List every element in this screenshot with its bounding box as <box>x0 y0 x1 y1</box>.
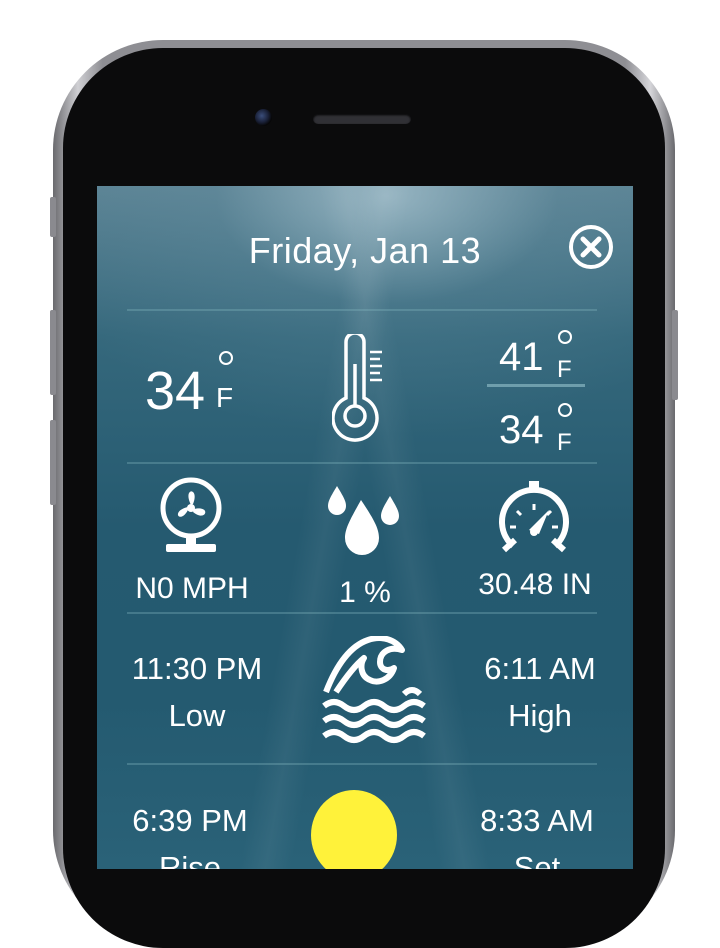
divider-2 <box>127 462 597 464</box>
earpiece-speaker <box>313 114 411 124</box>
thermometer-icon <box>331 331 398 449</box>
divider-3 <box>127 612 597 614</box>
low-degree-symbol <box>558 403 572 417</box>
power-button <box>672 310 678 400</box>
waves-icon <box>320 635 430 749</box>
close-circle-icon <box>569 225 613 269</box>
tide-high-time: 6:11 AM <box>484 651 596 686</box>
high-temp-value: 41 <box>499 335 544 379</box>
low-temp-unit: F <box>557 429 572 456</box>
date-title: Friday, Jan 13 <box>248 230 482 271</box>
mute-switch <box>50 197 56 237</box>
sunset-label: Set <box>513 850 561 869</box>
precipitation-value: 1 % <box>339 576 391 609</box>
current-temp-unit: F <box>216 382 234 413</box>
wind-speed-value: N0 MPH <box>135 572 249 605</box>
close-button[interactable] <box>568 224 614 270</box>
tide-low-label: Low <box>168 698 226 733</box>
high-degree-symbol <box>558 330 572 344</box>
sunrise-time: 6:39 PM <box>132 803 248 838</box>
pressure-value: 30.48 IN <box>478 568 592 601</box>
sun-icon <box>311 790 397 869</box>
tide-high-label: High <box>508 698 572 733</box>
sunset-time: 8:33 AM <box>480 803 594 838</box>
current-temp-value: 34 <box>145 361 206 421</box>
current-degree-symbol <box>219 351 233 365</box>
sunrise-label: Rise <box>158 850 221 869</box>
volume-down-button <box>50 420 56 505</box>
high-low-divider <box>487 384 585 387</box>
front-camera <box>255 109 272 126</box>
tide-low-time: 11:30 PM <box>131 651 263 686</box>
weather-screen: Friday, Jan 13 34 F 41 F 34 F N0 MPH 1 %… <box>97 186 633 869</box>
high-temp-unit: F <box>557 356 572 383</box>
gauge-icon <box>491 480 577 565</box>
low-temp-value: 34 <box>499 408 544 452</box>
divider-4 <box>127 763 597 765</box>
fan-icon <box>154 475 228 560</box>
raindrops-icon <box>324 482 404 569</box>
divider-top <box>127 309 597 311</box>
volume-up-button <box>50 310 56 395</box>
